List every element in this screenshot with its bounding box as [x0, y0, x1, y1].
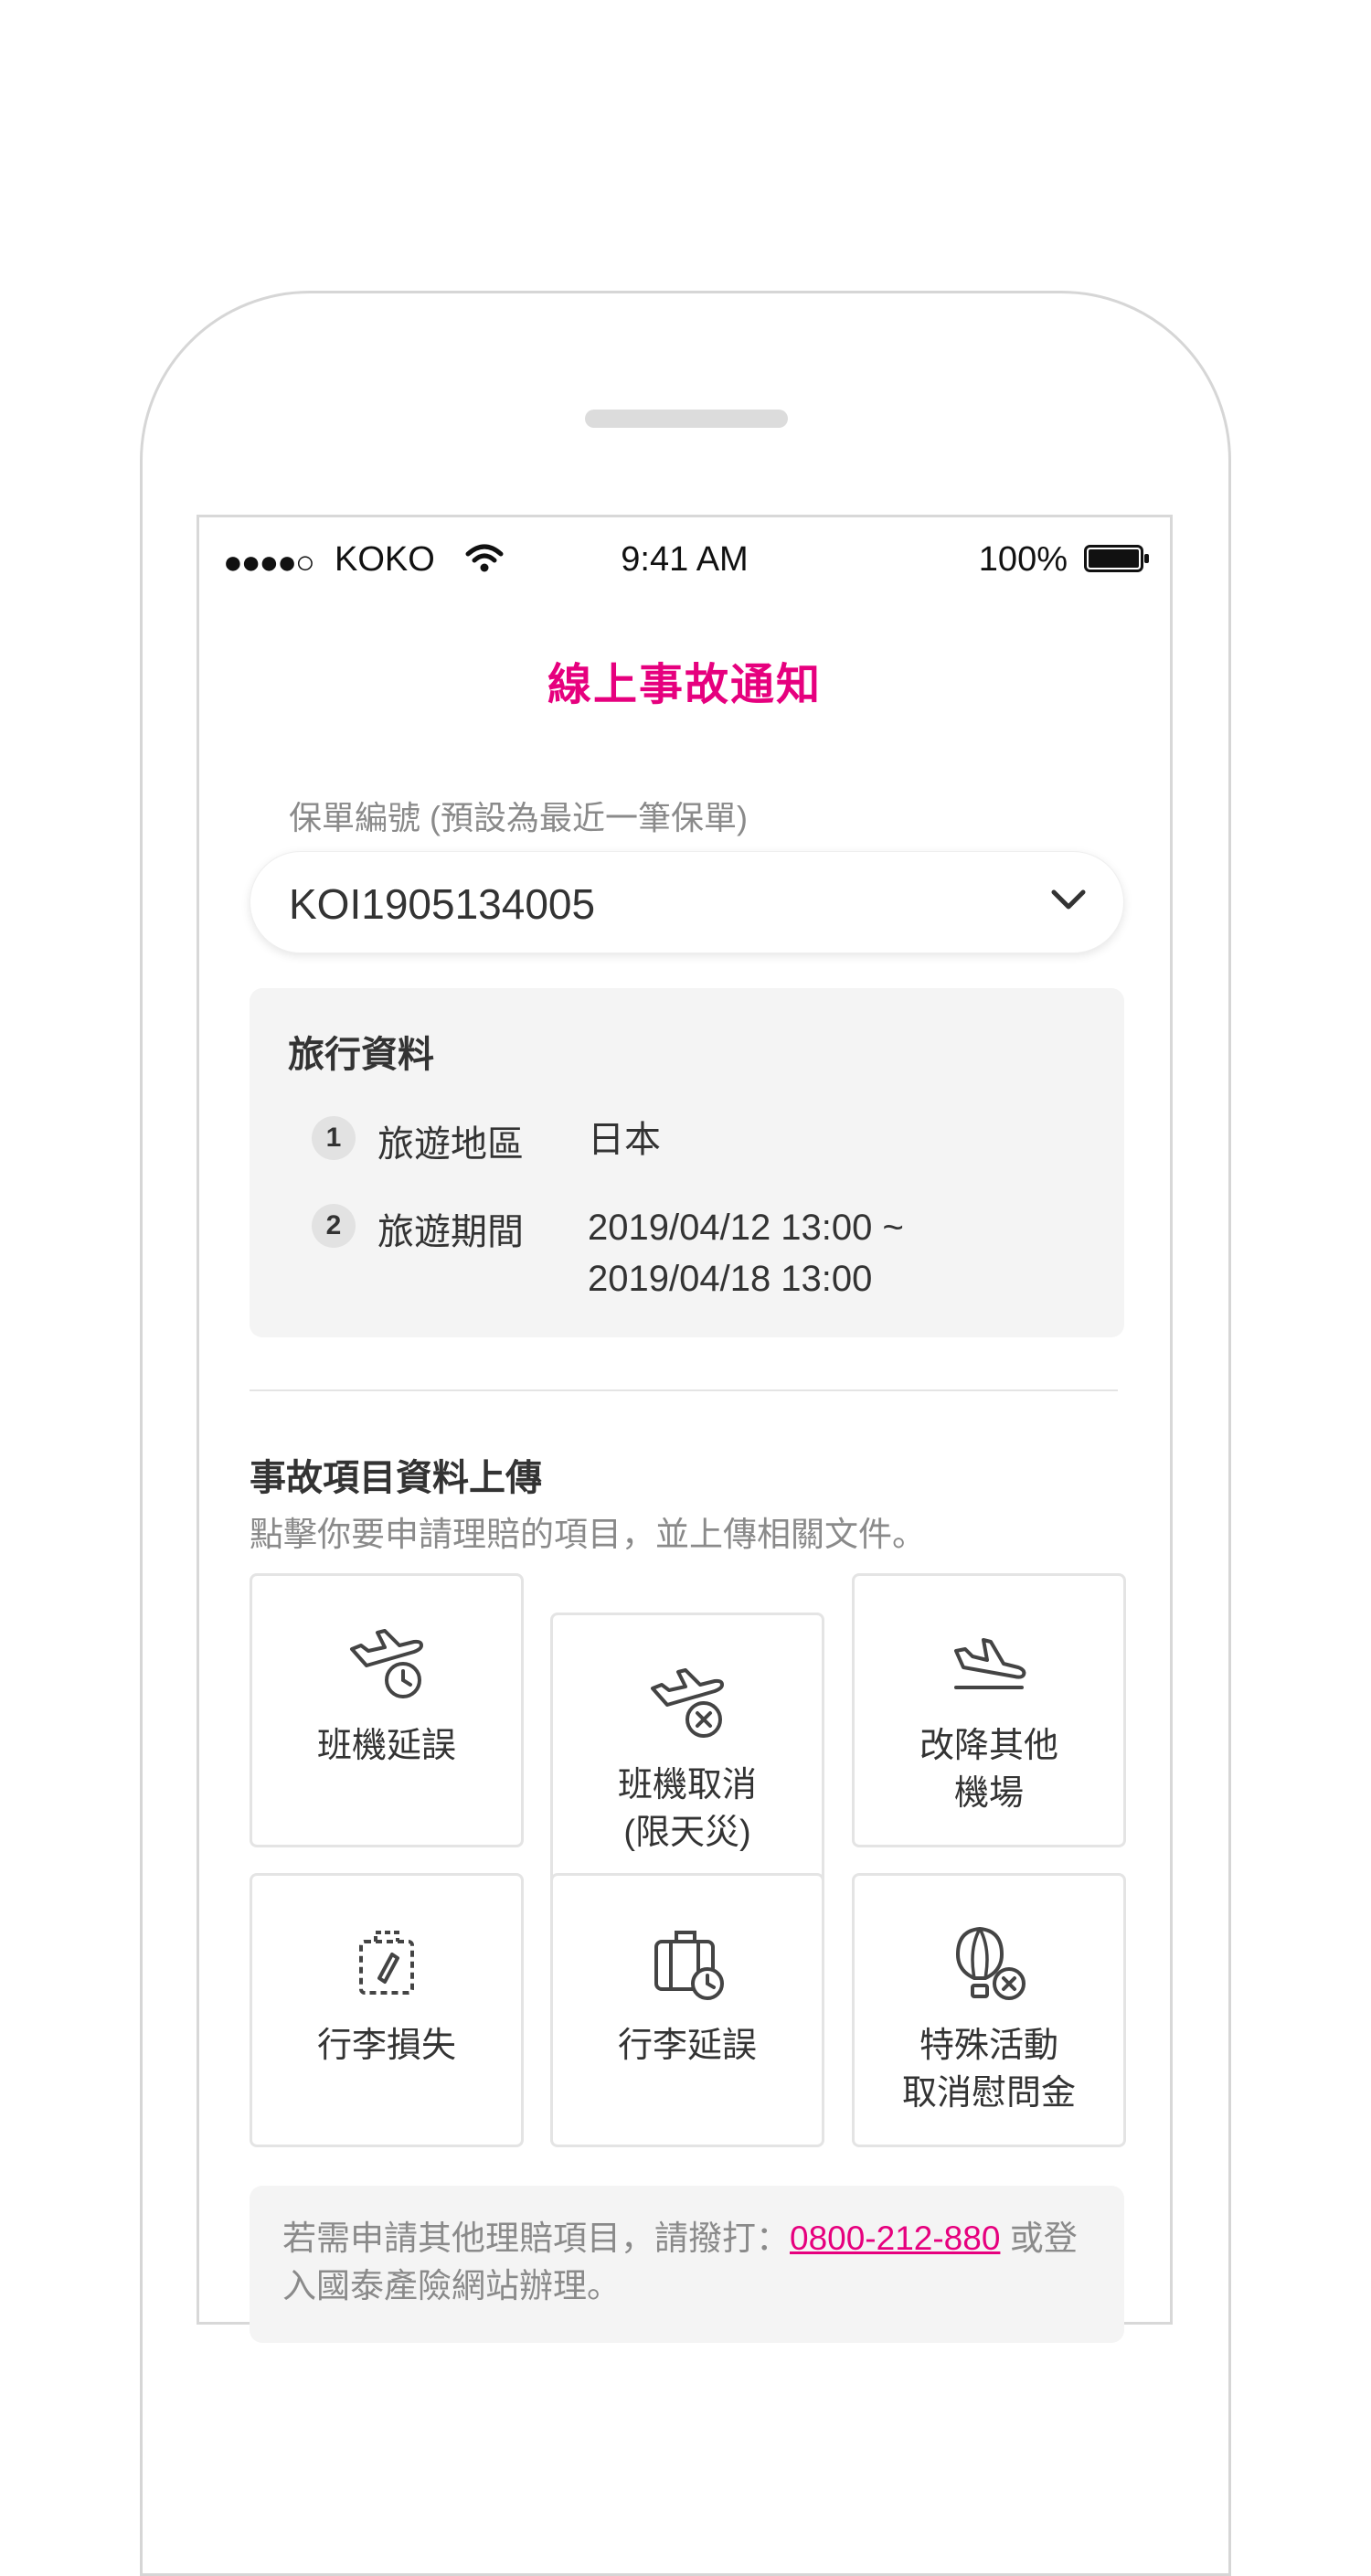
trip-period-end: 2019/04/18 13:00: [588, 1259, 873, 1299]
luggage-loss-icon: [359, 1931, 414, 1995]
chevron-down-icon: [1051, 889, 1086, 910]
claim-card-luggage-delay[interactable]: 行李延誤: [550, 1873, 824, 2147]
luggage-delay-icon: [654, 1931, 724, 2000]
flight-cancel-icon: [651, 1668, 724, 1738]
flight-delay-icon: [350, 1629, 423, 1698]
phone-link[interactable]: 0800-212-880: [790, 2219, 1000, 2257]
claim-card-label: 行李損失: [316, 2027, 456, 2065]
incident-section-title: 事故項目資料上傳: [250, 1458, 542, 1498]
trip-period-start: 2019/04/12 13:00 ~: [588, 1208, 904, 1248]
trip-info-panel: 旅行資料 1 旅遊地區 日本 2 旅遊期間 2019/04/12 13:00 ~…: [250, 988, 1124, 1337]
claim-card-label: 班機取消 (限天災): [617, 1766, 757, 1852]
battery-percentage: 100%: [978, 540, 1068, 579]
section-divider: [250, 1389, 1118, 1391]
trip-row-value: 日本: [588, 1120, 661, 1160]
page-title: 線上事故通知: [547, 661, 822, 709]
trip-row-key: 旅遊期間: [377, 1212, 524, 1252]
trip-row-key: 旅遊地區: [377, 1124, 524, 1165]
claim-card-divert-airport[interactable]: 改降其他 機場: [852, 1573, 1126, 1847]
policy-number-label: 保單編號 (預設為最近一筆保單): [289, 799, 748, 836]
claim-card-label: 行李延誤: [617, 2027, 757, 2065]
phone-screen: ●●●●○ KOKO 9:41 AM 100% 線上事故通知 保單編號 (預設為…: [197, 515, 1173, 2343]
claim-card-flight-cancel[interactable]: 班機取消 (限天災): [550, 1613, 824, 1887]
other-claims-note: 若需申請其他理賠項目，請撥打：0800-212-880 或登入國泰產險網站辦理。: [250, 2186, 1124, 2343]
note-prefix: 若需申請其他理賠項目，請撥打：: [282, 2219, 790, 2257]
other-claims-text: 若需申請其他理賠項目，請撥打：0800-212-880 或登入國泰產險網站辦理。: [282, 2215, 1096, 2310]
trip-info-heading: 旅行資料: [288, 1035, 434, 1075]
battery-icon: [1084, 545, 1149, 572]
trip-row-value: 2019/04/12 13:00 ~ 2019/04/18 13:00: [588, 1202, 904, 1304]
row-number-badge: 1: [312, 1116, 356, 1160]
balloon-cancel-icon: [955, 1926, 1026, 2000]
plane-landing-icon: [954, 1638, 1026, 1689]
policy-number-value: KOI1905134005: [289, 880, 596, 928]
claim-card-flight-delay[interactable]: 班機延誤: [250, 1573, 524, 1847]
status-bar: ●●●●○ KOKO 9:41 AM 100%: [199, 517, 1170, 600]
claim-card-label: 特殊活動 取消慰問金: [901, 2027, 1076, 2113]
policy-number-select[interactable]: KOI1905134005: [250, 851, 1124, 953]
claim-card-label: 改降其他 機場: [919, 1727, 1058, 1813]
row-number-badge: 2: [312, 1204, 356, 1248]
claim-card-event-cancel[interactable]: 特殊活動 取消慰問金: [852, 1873, 1126, 2147]
claim-card-luggage-loss[interactable]: 行李損失: [250, 1873, 524, 2147]
phone-speaker: [585, 410, 788, 428]
claim-card-label: 班機延誤: [316, 1727, 456, 1765]
incident-section-desc: 點擊你要申請理賠的項目，並上傳相關文件。: [250, 1516, 926, 1553]
